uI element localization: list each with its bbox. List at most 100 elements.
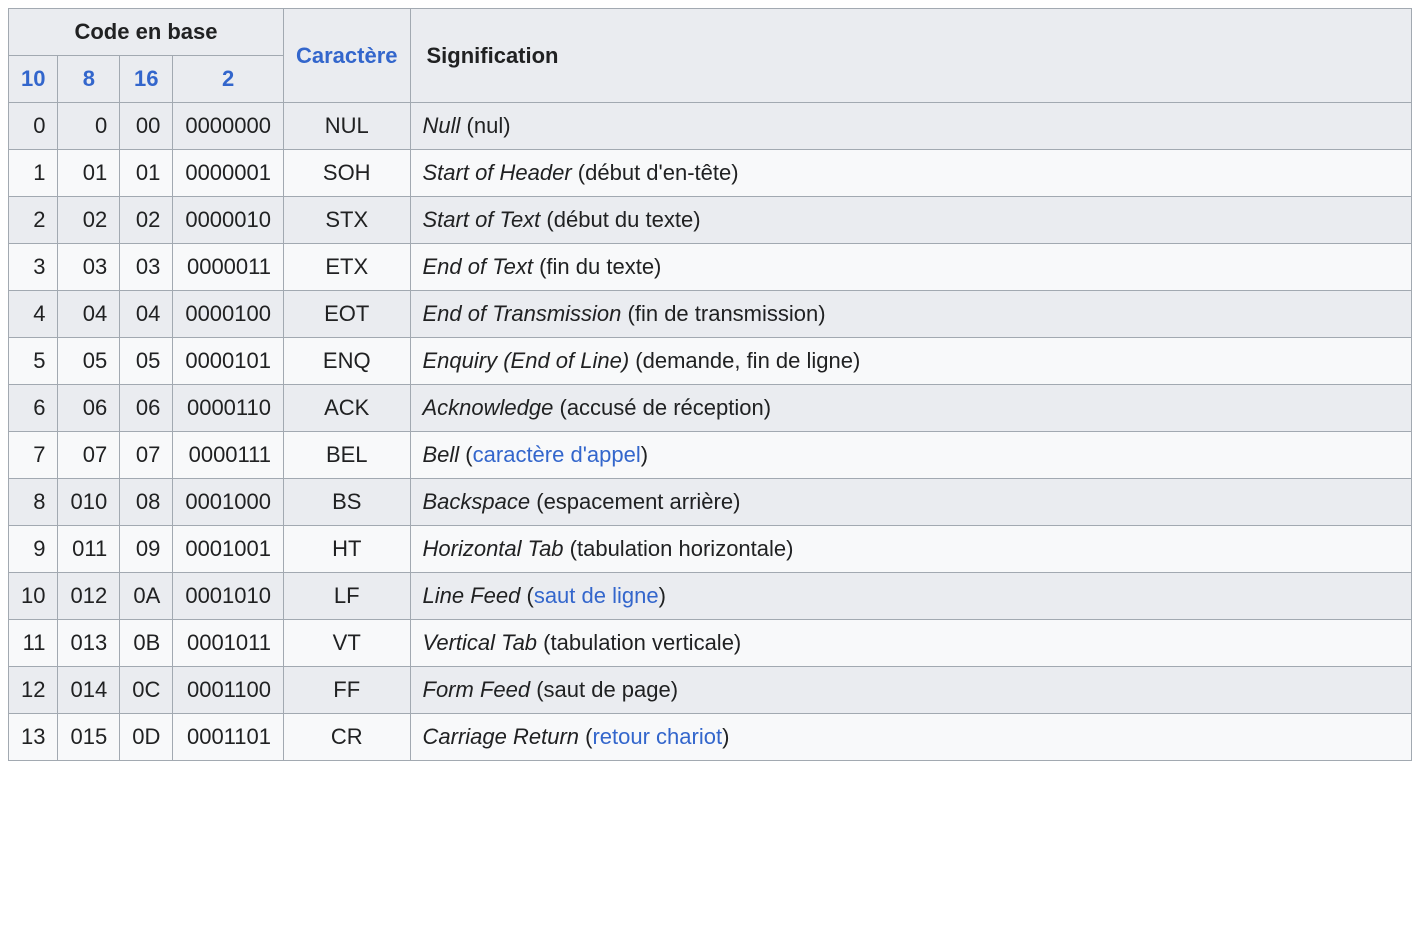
cell-hex: 08 (120, 479, 173, 526)
sig-italic: Start of Header (423, 160, 572, 185)
header-base8-link[interactable]: 8 (83, 66, 95, 91)
cell-signification: Backspace (espacement arrière) (410, 479, 1412, 526)
header-base16-link[interactable]: 16 (134, 66, 158, 91)
sig-italic: Carriage Return (423, 724, 580, 749)
cell-hex: 07 (120, 432, 173, 479)
cell-dec: 11 (9, 620, 58, 667)
sig-text: (saut de page) (530, 677, 678, 702)
cell-char: BS (283, 479, 410, 526)
cell-bin: 0000110 (173, 385, 284, 432)
cell-hex: 0C (120, 667, 173, 714)
cell-char: HT (283, 526, 410, 573)
cell-char: ENQ (283, 338, 410, 385)
cell-oct: 04 (58, 291, 120, 338)
cell-bin: 0000101 (173, 338, 284, 385)
sig-text: (tabulation verticale) (537, 630, 741, 655)
cell-bin: 0001000 (173, 479, 284, 526)
header-base8: 8 (58, 56, 120, 103)
cell-hex: 03 (120, 244, 173, 291)
sig-text-post: ) (722, 724, 729, 749)
sig-text: (nul) (460, 113, 510, 138)
sig-text: ( (579, 724, 592, 749)
header-base2: 2 (173, 56, 284, 103)
table-row: 606060000110ACKAcknowledge (accusé de ré… (9, 385, 1412, 432)
cell-hex: 06 (120, 385, 173, 432)
cell-signification: Carriage Return (retour chariot) (410, 714, 1412, 761)
sig-text: (accusé de réception) (553, 395, 771, 420)
cell-dec: 7 (9, 432, 58, 479)
cell-char: NUL (283, 103, 410, 150)
sig-italic: Null (423, 113, 461, 138)
header-char: Caractère (283, 9, 410, 103)
cell-dec: 13 (9, 714, 58, 761)
sig-italic: Line Feed (423, 583, 521, 608)
cell-signification: Start of Header (début d'en-tête) (410, 150, 1412, 197)
table-row: 130150D0001101CRCarriage Return (retour … (9, 714, 1412, 761)
cell-hex: 09 (120, 526, 173, 573)
sig-text: ( (520, 583, 533, 608)
cell-char: BEL (283, 432, 410, 479)
cell-char: FF (283, 667, 410, 714)
table-row: 303030000011ETXEnd of Text (fin du texte… (9, 244, 1412, 291)
sig-text: (fin du texte) (533, 254, 661, 279)
cell-oct: 02 (58, 197, 120, 244)
header-base2-link[interactable]: 2 (222, 66, 234, 91)
header-base10-link[interactable]: 10 (21, 66, 45, 91)
cell-char: EOT (283, 291, 410, 338)
cell-dec: 8 (9, 479, 58, 526)
cell-signification: Acknowledge (accusé de réception) (410, 385, 1412, 432)
sig-italic: Vertical Tab (423, 630, 538, 655)
sig-text: (fin de transmission) (621, 301, 825, 326)
cell-oct: 011 (58, 526, 120, 573)
sig-text: ( (459, 442, 472, 467)
cell-dec: 1 (9, 150, 58, 197)
cell-signification: Bell (caractère d'appel) (410, 432, 1412, 479)
cell-oct: 013 (58, 620, 120, 667)
cell-oct: 05 (58, 338, 120, 385)
cell-signification: Null (nul) (410, 103, 1412, 150)
sig-italic: End of Text (423, 254, 533, 279)
cell-bin: 0001001 (173, 526, 284, 573)
cell-signification: Enquiry (End of Line) (demande, fin de l… (410, 338, 1412, 385)
sig-italic: End of Transmission (423, 301, 622, 326)
cell-char: ETX (283, 244, 410, 291)
sig-link[interactable]: saut de ligne (534, 583, 659, 608)
sig-italic: Enquiry (End of Line) (423, 348, 630, 373)
cell-bin: 0000001 (173, 150, 284, 197)
sig-link[interactable]: caractère d'appel (473, 442, 641, 467)
cell-oct: 010 (58, 479, 120, 526)
sig-text-post: ) (641, 442, 648, 467)
table-row: 505050000101ENQEnquiry (End of Line) (de… (9, 338, 1412, 385)
cell-bin: 0001100 (173, 667, 284, 714)
sig-italic: Acknowledge (423, 395, 554, 420)
cell-hex: 0D (120, 714, 173, 761)
header-char-link[interactable]: Caractère (296, 43, 398, 68)
sig-italic: Horizontal Tab (423, 536, 564, 561)
cell-dec: 0 (9, 103, 58, 150)
cell-hex: 04 (120, 291, 173, 338)
sig-italic: Form Feed (423, 677, 531, 702)
table-row: 8010080001000BSBackspace (espacement arr… (9, 479, 1412, 526)
cell-hex: 05 (120, 338, 173, 385)
cell-oct: 015 (58, 714, 120, 761)
sig-text: (début d'en-tête) (572, 160, 739, 185)
cell-bin: 0001101 (173, 714, 284, 761)
cell-signification: End of Transmission (fin de transmission… (410, 291, 1412, 338)
sig-text: (espacement arrière) (530, 489, 740, 514)
cell-hex: 0A (120, 573, 173, 620)
cell-oct: 03 (58, 244, 120, 291)
sig-link[interactable]: retour chariot (592, 724, 722, 749)
ascii-table: Code en base Caractère Signification 10 … (8, 8, 1412, 761)
cell-signification: Line Feed (saut de ligne) (410, 573, 1412, 620)
cell-bin: 0001010 (173, 573, 284, 620)
cell-oct: 01 (58, 150, 120, 197)
cell-signification: End of Text (fin du texte) (410, 244, 1412, 291)
cell-dec: 9 (9, 526, 58, 573)
cell-signification: Horizontal Tab (tabulation horizontale) (410, 526, 1412, 573)
sig-italic: Start of Text (423, 207, 541, 232)
cell-dec: 4 (9, 291, 58, 338)
cell-oct: 06 (58, 385, 120, 432)
sig-text: (début du texte) (540, 207, 700, 232)
cell-dec: 3 (9, 244, 58, 291)
cell-signification: Start of Text (début du texte) (410, 197, 1412, 244)
